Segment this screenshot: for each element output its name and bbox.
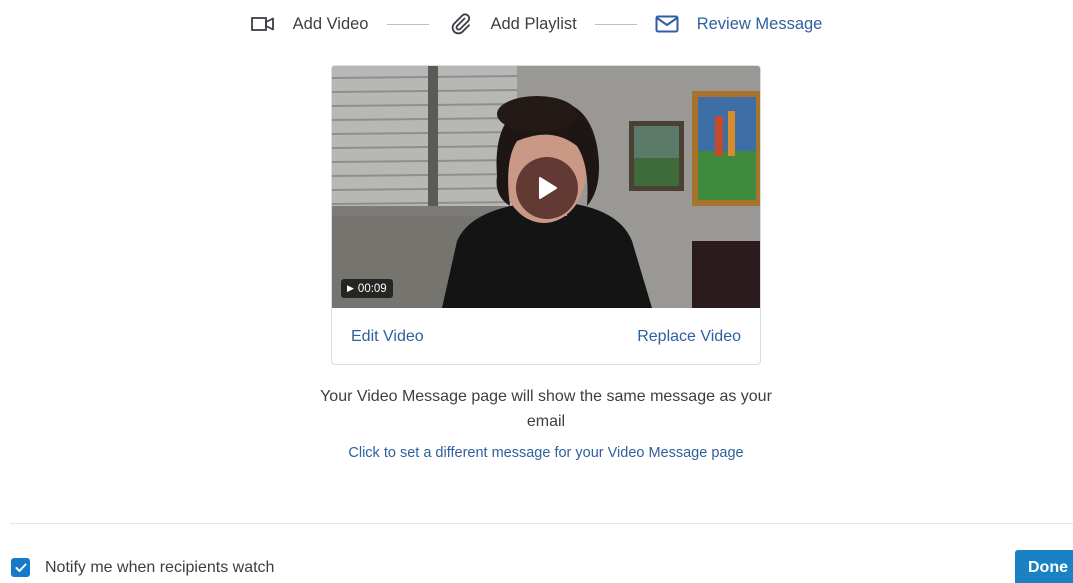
step-label: Add Playlist	[490, 14, 577, 33]
video-camera-icon	[250, 12, 275, 36]
envelope-icon	[655, 12, 679, 36]
step-add-video[interactable]: Add Video	[250, 12, 369, 36]
edit-video-link[interactable]: Edit Video	[351, 328, 424, 346]
video-thumbnail[interactable]: ▶ 00:09	[332, 66, 760, 308]
step-review-message[interactable]: Review Message	[655, 12, 823, 36]
step-connector	[594, 23, 637, 25]
done-button[interactable]: Done	[1015, 550, 1073, 583]
paperclip-icon	[449, 12, 473, 36]
notify-option[interactable]: Notify me when recipients watch	[11, 558, 274, 577]
step-label: Review Message	[696, 14, 823, 33]
video-card: ▶ 00:09 Edit Video Replace Video	[331, 65, 761, 365]
video-actions: Edit Video Replace Video	[332, 308, 760, 364]
step-add-playlist[interactable]: Add Playlist	[449, 12, 577, 36]
play-icon	[539, 177, 557, 199]
different-message-link[interactable]: Click to set a different message for you…	[330, 443, 762, 464]
replace-video-link[interactable]: Replace Video	[637, 328, 741, 346]
duration-badge: ▶ 00:09	[341, 279, 393, 298]
play-small-icon: ▶	[347, 283, 354, 293]
review-message-page: Add Video Add Playlist Review Message ▶ …	[0, 0, 1073, 583]
step-connector	[386, 23, 429, 25]
step-label: Add Video	[292, 14, 369, 33]
notify-label: Notify me when recipients watch	[45, 558, 275, 576]
checkmark-icon	[15, 563, 26, 572]
message-info-text: Your Video Message page will show the sa…	[320, 388, 772, 430]
stepper: Add Video Add Playlist Review Message	[0, 10, 1073, 38]
notify-checkbox[interactable]	[11, 558, 30, 577]
duration-text: 00:09	[357, 282, 387, 295]
play-button[interactable]	[516, 157, 578, 219]
divider	[10, 523, 1073, 524]
